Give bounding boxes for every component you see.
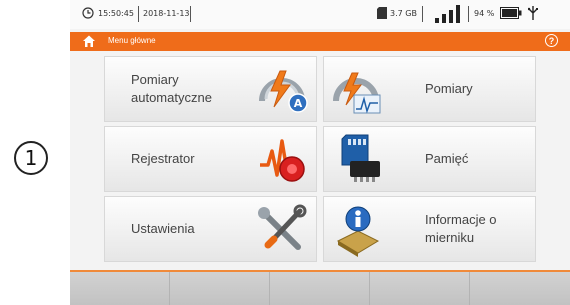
function-key-3[interactable] xyxy=(270,272,370,305)
function-key-1[interactable] xyxy=(70,272,170,305)
status-time: 15:50:45 xyxy=(98,9,134,18)
callout-marker: 1 xyxy=(14,141,48,175)
battery-percent: 94 % xyxy=(474,9,495,18)
menu-item-label: Pamięć xyxy=(425,151,469,167)
status-bar: 15:50:45 2018-11-13 3.7 GB 94 % xyxy=(70,0,570,29)
function-key-bar xyxy=(70,272,570,305)
menu-item-label: Informacje o mierniku xyxy=(425,212,497,245)
meter-info-icon xyxy=(328,201,386,257)
usb-icon xyxy=(528,6,538,20)
menu-item-measurements[interactable]: Pomiary xyxy=(323,56,536,122)
menu-item-auto-measurements[interactable]: Pomiary automatyczne A xyxy=(104,56,317,122)
menu-item-label: Pomiary automatyczne xyxy=(131,72,212,105)
memory-card-icon xyxy=(328,131,386,187)
settings-tools-icon xyxy=(254,201,312,257)
battery-icon xyxy=(500,7,522,19)
sd-card-icon xyxy=(377,7,387,19)
function-key-2[interactable] xyxy=(170,272,270,305)
page-title: Menu główne xyxy=(108,36,156,45)
function-key-5[interactable] xyxy=(470,272,570,305)
signal-bars-icon xyxy=(435,5,461,23)
menu-item-settings[interactable]: Ustawienia xyxy=(104,196,317,262)
svg-text:A: A xyxy=(294,97,303,110)
measurement-icon xyxy=(328,61,386,117)
menu-item-label: Ustawienia xyxy=(131,221,195,237)
meter-screen: 15:50:45 2018-11-13 3.7 GB 94 % Menu głó… xyxy=(70,0,570,305)
menu-item-label: Pomiary xyxy=(425,81,473,97)
main-menu-grid: Pomiary automatyczne A Pomiary Rejestrat… xyxy=(104,56,536,262)
clock-icon xyxy=(82,7,94,19)
recorder-icon xyxy=(254,131,312,187)
title-bar: Menu główne ? xyxy=(70,32,570,51)
home-icon[interactable] xyxy=(82,34,96,53)
function-key-4[interactable] xyxy=(370,272,470,305)
menu-item-meter-info[interactable]: Informacje o mierniku xyxy=(323,196,536,262)
help-icon[interactable]: ? xyxy=(545,34,558,47)
menu-item-memory[interactable]: Pamięć xyxy=(323,126,536,192)
callout-number: 1 xyxy=(24,146,38,170)
memory-free: 3.7 GB xyxy=(390,9,417,18)
status-date: 2018-11-13 xyxy=(143,9,190,18)
menu-item-label: Rejestrator xyxy=(131,151,195,167)
menu-item-recorder[interactable]: Rejestrator xyxy=(104,126,317,192)
auto-measurement-icon: A xyxy=(254,61,312,117)
